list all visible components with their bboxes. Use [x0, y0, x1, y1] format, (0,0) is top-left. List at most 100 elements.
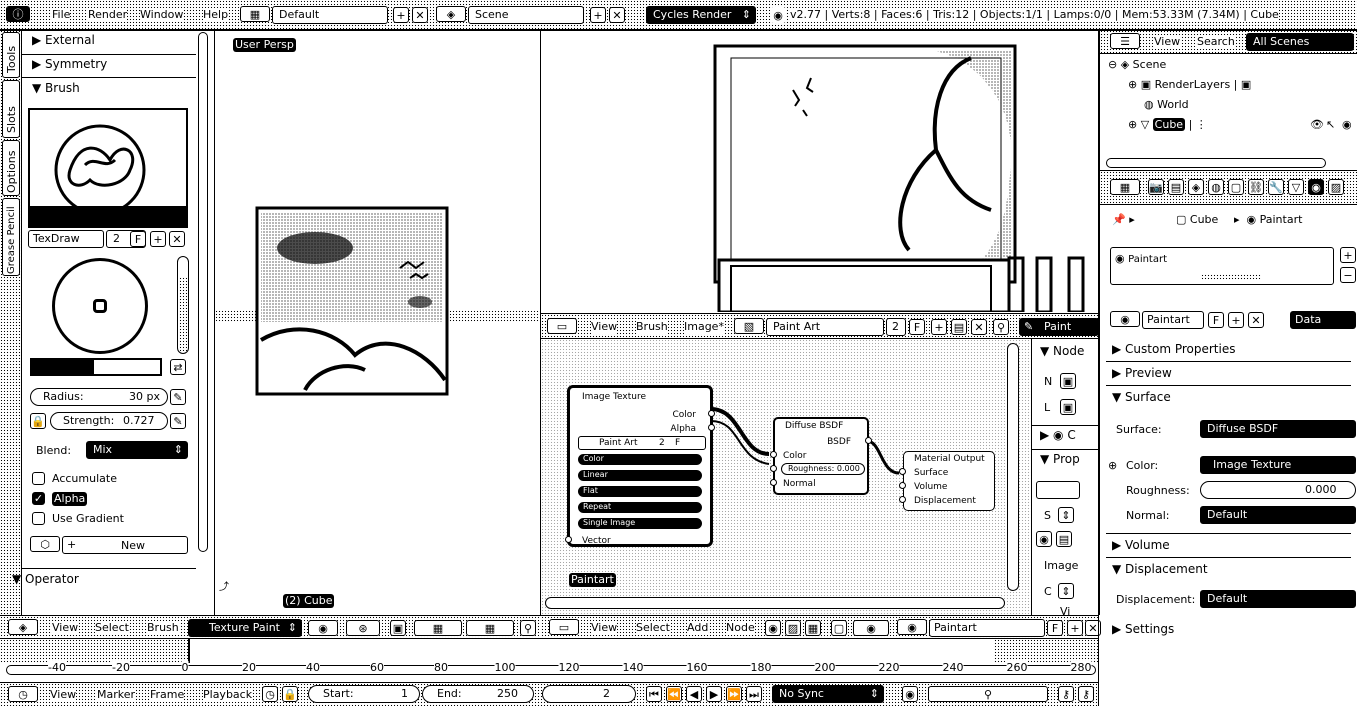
delete-keyframe-icon[interactable]: ⚷ [1078, 686, 1094, 702]
data-tab-icon[interactable]: ▽ [1288, 179, 1304, 195]
add-slot-icon[interactable]: + [1340, 247, 1356, 263]
fake-user-icon[interactable]: F [130, 231, 146, 247]
panel-color[interactable]: ▶ ◉ C [1040, 427, 1076, 443]
jump-end-icon[interactable]: ⏭ [746, 686, 762, 702]
material-name-field[interactable]: Paintart [1142, 311, 1204, 329]
brush-name-field[interactable]: TexDraw [28, 230, 104, 248]
outliner-item-cube[interactable]: ⊕ ▽ Cube | ⋮ [1128, 118, 1207, 132]
viewport-menu-view[interactable]: View [52, 621, 79, 635]
timeline-menu-marker[interactable]: Marker [97, 688, 136, 702]
render-tab-icon[interactable]: 📷 [1148, 179, 1164, 195]
node-image-texture[interactable]: Image Texture Color Alpha Paint Art 2 F Co… [565, 385, 715, 547]
viewport-3d[interactable]: User Persp (2) Cube ⤴ [215, 30, 541, 615]
lock-camera-icon[interactable]: ⚲ [520, 620, 536, 636]
node-material-field[interactable]: Paintart [929, 619, 1045, 637]
node-prop-image-field[interactable] [1036, 481, 1080, 499]
open-image-icon[interactable]: ▤ [951, 319, 967, 335]
node-prop-pack-icon[interactable]: ◉ [1036, 531, 1052, 547]
node-menu-add[interactable]: Add [687, 621, 709, 635]
node-hscrollbar[interactable] [545, 597, 1005, 609]
start-frame-field[interactable]: Start: 1 [308, 685, 420, 703]
socket-in-volume[interactable] [899, 482, 906, 489]
node-prop-c-select[interactable]: ⇕ [1058, 583, 1074, 599]
panel-operator[interactable]: ▼ Operator [12, 571, 79, 587]
layers-grid-icon[interactable]: ▦ [414, 620, 462, 636]
use-gradient-checkbox[interactable] [32, 512, 45, 525]
node-vscrollbar[interactable] [1007, 343, 1019, 591]
node-diffuse-bsdf[interactable]: Diffuse BSDF BSDF Color Roughness: 0.000… [770, 417, 872, 495]
node-prop-s-select[interactable]: ⇕ [1058, 507, 1074, 523]
browse-image-icon[interactable]: ▧ [734, 318, 764, 334]
render-engine-select[interactable]: Cycles Render ⇕ [646, 6, 756, 24]
panel-surface[interactable]: ▼ Surface [1112, 389, 1171, 405]
blend-select[interactable]: Mix ⇕ [86, 441, 188, 459]
node-menu-node[interactable]: Node [726, 621, 755, 635]
color-wheel[interactable] [52, 258, 148, 354]
preview-range-icon[interactable]: ◷ [262, 686, 278, 702]
visibility-eye-icon[interactable]: 👁 [1310, 118, 1324, 132]
node-label-icon[interactable]: ▣ [1060, 399, 1076, 415]
node-source[interactable]: Single Image [578, 518, 702, 529]
layers-grid-icon-2[interactable]: ▦ [466, 620, 514, 636]
node-extension[interactable]: Repeat [578, 502, 702, 513]
editor-type-outliner-icon[interactable]: ☰ [1110, 33, 1140, 49]
color-wheel-cursor[interactable] [93, 299, 107, 313]
mask-icon[interactable]: ▣ [390, 620, 406, 636]
unlink-image-icon[interactable]: ✕ [971, 319, 987, 335]
node-editor[interactable]: Image Texture Color Alpha Paint Art 2 F Co… [541, 339, 1031, 615]
new-palette-button[interactable]: + New [62, 536, 188, 554]
editor-type-timeline-icon[interactable]: ◷ [8, 686, 38, 702]
scene-tab-icon[interactable]: ◈ [1188, 179, 1204, 195]
editor-type-image-icon[interactable]: ▭ [547, 318, 577, 334]
menu-help[interactable]: Help [203, 8, 229, 22]
value-slider[interactable] [177, 256, 189, 354]
socket-in-surface[interactable] [899, 468, 906, 475]
scene-icon[interactable]: ◈ [436, 6, 466, 22]
radius-pressure-icon[interactable]: ✎ [170, 389, 186, 405]
color-swatch-primary[interactable] [30, 358, 92, 376]
play-icon[interactable]: ▶ [706, 686, 722, 702]
viewport-menu-select[interactable]: Select [95, 621, 129, 635]
image-name-field[interactable]: Paint Art [766, 318, 884, 336]
current-frame-field[interactable]: 2 [542, 685, 636, 703]
editor-type-properties-icon[interactable]: ▦ [1110, 179, 1140, 195]
lock-range-icon[interactable]: 🔒 [282, 686, 298, 702]
tab-options[interactable]: Options [2, 140, 20, 196]
tab-slots[interactable]: Slots [2, 80, 20, 138]
node-image-field[interactable]: Paint Art 2 F [578, 436, 706, 450]
panel-volume[interactable]: ▶ Volume [1112, 537, 1170, 553]
renderable-camera-icon[interactable]: ◉ [1342, 118, 1352, 132]
add-scene-icon[interactable]: + [590, 7, 606, 23]
editor-type-3d-icon[interactable]: ◈ [8, 619, 38, 635]
socket-out-alpha[interactable] [708, 424, 715, 431]
node-interpolation[interactable]: Linear [578, 470, 702, 481]
viewport-shading-icon[interactable]: ◉ [308, 620, 338, 636]
panel-displacement[interactable]: ▼ Displacement [1112, 561, 1208, 577]
surface-select[interactable]: Diffuse BSDF [1200, 420, 1356, 438]
node-name-icon[interactable]: ▣ [1060, 373, 1076, 389]
material-browse-icon[interactable]: ◉ [1110, 311, 1140, 327]
image-mode-select[interactable]: ✎ Paint [1019, 318, 1099, 336]
render-layers-tab-icon[interactable]: ▤ [1168, 179, 1184, 195]
panel-properties[interactable]: ▼ Prop [1040, 451, 1080, 467]
add-brush-icon[interactable]: + [150, 231, 166, 247]
timeline-ruler[interactable]: -40 -20 0 20 40 60 80 100 120 140 160 180 200 220 240 2… [0, 639, 1099, 683]
displacement-select[interactable]: Default [1200, 590, 1356, 608]
texture-nodes-icon[interactable]: ▨ [785, 620, 801, 636]
remove-screen-icon[interactable]: ✕ [412, 7, 428, 23]
use-nodes-icon[interactable]: ◉ [853, 620, 889, 636]
brush-preview[interactable] [28, 108, 188, 228]
socket-in-displacement[interactable] [899, 496, 906, 503]
selectable-arrow-icon[interactable]: ↖ [1326, 118, 1335, 132]
timeline-menu-frame[interactable]: Frame [150, 688, 185, 702]
remove-slot-icon[interactable]: − [1340, 267, 1356, 283]
editor-type-info-icon[interactable]: ⓘ [6, 6, 30, 22]
image-menu-image[interactable]: Image* [684, 320, 724, 334]
pivot-point-icon[interactable]: ⊛ [346, 620, 380, 636]
object-tab-icon[interactable]: ▢ [1228, 179, 1244, 195]
node-roughness-field[interactable]: Roughness: 0.000 [781, 463, 865, 475]
normal-select[interactable]: Default [1200, 506, 1356, 524]
scene-field[interactable]: Scene [468, 6, 584, 24]
outliner-filter-select[interactable]: All Scenes [1246, 33, 1354, 51]
screen-layout-field[interactable]: Default [272, 6, 388, 24]
